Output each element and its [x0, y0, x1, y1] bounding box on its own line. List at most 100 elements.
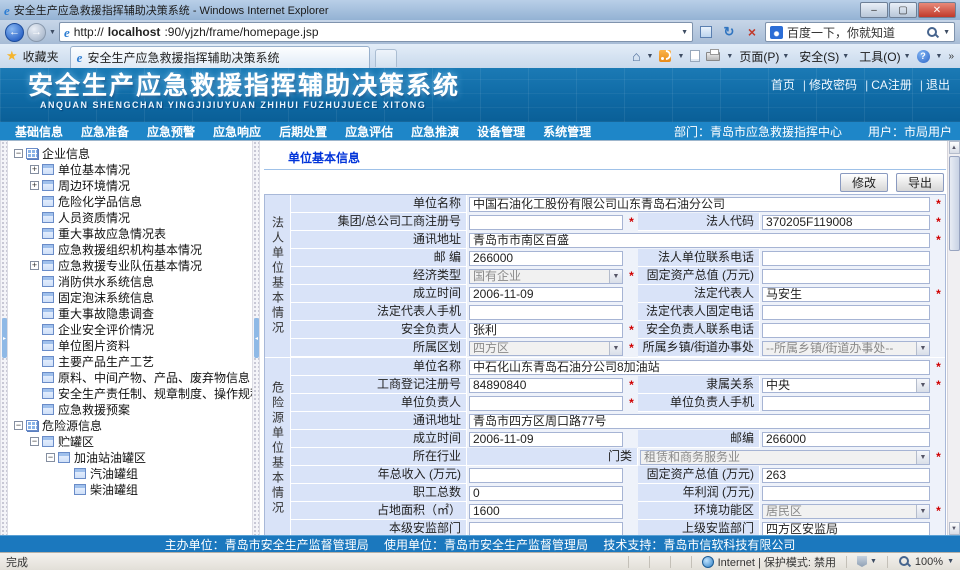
tree-item[interactable]: +单位基本情况: [10, 161, 252, 177]
text-input[interactable]: 马安生: [762, 287, 930, 302]
command-menu[interactable]: 页面(P): [739, 48, 789, 65]
chevron-down-icon[interactable]: [916, 342, 929, 355]
forward-button[interactable]: [27, 23, 46, 42]
search-dropdown-icon[interactable]: [943, 29, 950, 36]
scroll-down-icon[interactable]: ▼: [949, 522, 960, 535]
nav-item[interactable]: 系统管理: [534, 123, 600, 140]
modify-button[interactable]: 修改: [840, 173, 888, 192]
tree-item[interactable]: 企业安全评价情况: [10, 321, 252, 337]
left-splitter[interactable]: ▸: [0, 141, 8, 535]
collapse-icon[interactable]: −: [46, 453, 55, 462]
collapse-icon[interactable]: −: [14, 149, 23, 158]
expand-icon[interactable]: +: [30, 261, 39, 270]
favorites-star-icon[interactable]: [6, 48, 18, 64]
select-field[interactable]: 四方区: [469, 341, 623, 356]
expand-icon[interactable]: +: [30, 165, 39, 174]
rss-dropdown-icon[interactable]: [677, 53, 684, 60]
expand-icon[interactable]: +: [30, 181, 39, 190]
new-tab-stub[interactable]: [375, 49, 397, 67]
tree-item[interactable]: 固定泡沫系统信息: [10, 289, 252, 305]
header-link[interactable]: CA注册: [871, 76, 912, 93]
stop-button[interactable]: [742, 22, 762, 42]
back-button[interactable]: [5, 23, 24, 42]
text-input[interactable]: 266000: [469, 251, 623, 266]
search-input[interactable]: 百度一下，你就知道: [787, 24, 922, 41]
tree-item[interactable]: −贮罐区: [10, 433, 252, 449]
tree-item[interactable]: 安全生产责任制、规章制度、操作规程信息: [10, 385, 252, 401]
text-input[interactable]: 四方区安监局: [762, 522, 930, 536]
tree-item[interactable]: 汽油罐组: [10, 465, 252, 481]
collapse-icon[interactable]: −: [14, 421, 23, 430]
text-input[interactable]: [762, 323, 930, 338]
chevron-down-icon[interactable]: [916, 451, 929, 464]
command-menu[interactable]: 安全(S): [799, 48, 849, 65]
select-field[interactable]: --所属乡镇/街道办事处--: [762, 341, 930, 356]
refresh-button[interactable]: [719, 22, 739, 42]
text-input[interactable]: [469, 522, 623, 536]
text-input[interactable]: [469, 396, 623, 411]
home-icon[interactable]: [632, 48, 640, 64]
splitter-collapse-icon[interactable]: ◂: [254, 318, 259, 358]
zoom-control[interactable]: 100%: [898, 555, 954, 568]
text-input[interactable]: [762, 269, 930, 284]
text-input[interactable]: [762, 396, 930, 411]
browser-tab[interactable]: 安全生产应急救援指挥辅助决策系统: [70, 46, 370, 68]
text-input[interactable]: 0: [469, 486, 623, 501]
print-dropdown-icon[interactable]: [726, 53, 733, 60]
text-input[interactable]: [762, 305, 930, 320]
tree-item[interactable]: 危险化学品信息: [10, 193, 252, 209]
zoom-dropdown-icon[interactable]: [947, 558, 954, 565]
tree-item[interactable]: 单位图片资料: [10, 337, 252, 353]
tree-item[interactable]: 重大事故隐患调查: [10, 305, 252, 321]
text-input[interactable]: [469, 305, 623, 320]
nav-item[interactable]: 设备管理: [468, 123, 534, 140]
text-input[interactable]: 2006-11-09: [469, 287, 623, 302]
text-input[interactable]: 张利: [469, 323, 623, 338]
text-input[interactable]: 2006-11-09: [469, 432, 623, 447]
scroll-up-icon[interactable]: ▲: [949, 141, 960, 154]
tree-item[interactable]: 原料、中间产物、产品、废弃物信息: [10, 369, 252, 385]
nav-item[interactable]: 应急响应: [204, 123, 270, 140]
text-input[interactable]: 中石化山东青岛石油分公司8加油站: [469, 360, 930, 375]
export-button[interactable]: 导出: [896, 173, 944, 192]
text-input[interactable]: 1600: [469, 504, 623, 519]
tree-item[interactable]: −危险源信息: [10, 417, 252, 433]
favorites-label[interactable]: 收藏夹: [23, 48, 59, 65]
form-scrollbar[interactable]: ▲ ▼: [947, 141, 960, 535]
home-dropdown-icon[interactable]: [647, 53, 654, 60]
tree-item[interactable]: 消防供水系统信息: [10, 273, 252, 289]
header-link[interactable]: 修改密码: [809, 76, 857, 93]
url-field[interactable]: http://localhost:90/yjzh/frame/homepage.…: [59, 22, 693, 42]
text-input[interactable]: 青岛市四方区周口路77号: [469, 414, 930, 429]
url-dropdown-icon[interactable]: [681, 29, 688, 36]
nav-item[interactable]: 应急评估: [336, 123, 402, 140]
header-link[interactable]: 退出: [926, 76, 950, 93]
nav-item[interactable]: 基础信息: [6, 123, 72, 140]
close-button[interactable]: ✕: [918, 2, 956, 18]
help-dropdown-icon[interactable]: [936, 53, 943, 60]
text-input[interactable]: 263: [762, 468, 930, 483]
text-input[interactable]: 中国石油化工股份有限公司山东青岛石油分公司: [469, 197, 930, 212]
tree-item[interactable]: 人员资质情况: [10, 209, 252, 225]
text-input[interactable]: [469, 468, 623, 483]
search-icon[interactable]: [926, 26, 939, 39]
text-input[interactable]: 370205F119008: [762, 215, 930, 230]
splitter-arrow-icon[interactable]: ▸: [2, 318, 7, 358]
nav-item[interactable]: 应急推演: [402, 123, 468, 140]
chevron-down-icon[interactable]: [916, 505, 929, 518]
compatibility-button[interactable]: [696, 22, 716, 42]
tree-item[interactable]: −企业信息: [10, 145, 252, 161]
nav-item[interactable]: 应急准备: [72, 123, 138, 140]
print-icon[interactable]: [706, 52, 720, 61]
select-field[interactable]: 国有企业: [469, 269, 623, 284]
text-input[interactable]: 84890840: [469, 378, 623, 393]
chevron-down-icon[interactable]: [609, 270, 622, 283]
tree-item[interactable]: 主要产品生产工艺: [10, 353, 252, 369]
chevron-down-icon[interactable]: [609, 342, 622, 355]
text-input[interactable]: [762, 251, 930, 266]
scroll-thumb[interactable]: [949, 156, 960, 251]
text-input[interactable]: [469, 215, 623, 230]
text-input[interactable]: 266000: [762, 432, 930, 447]
protected-mode-icon[interactable]: [857, 556, 867, 567]
header-link[interactable]: 首页: [771, 76, 795, 93]
